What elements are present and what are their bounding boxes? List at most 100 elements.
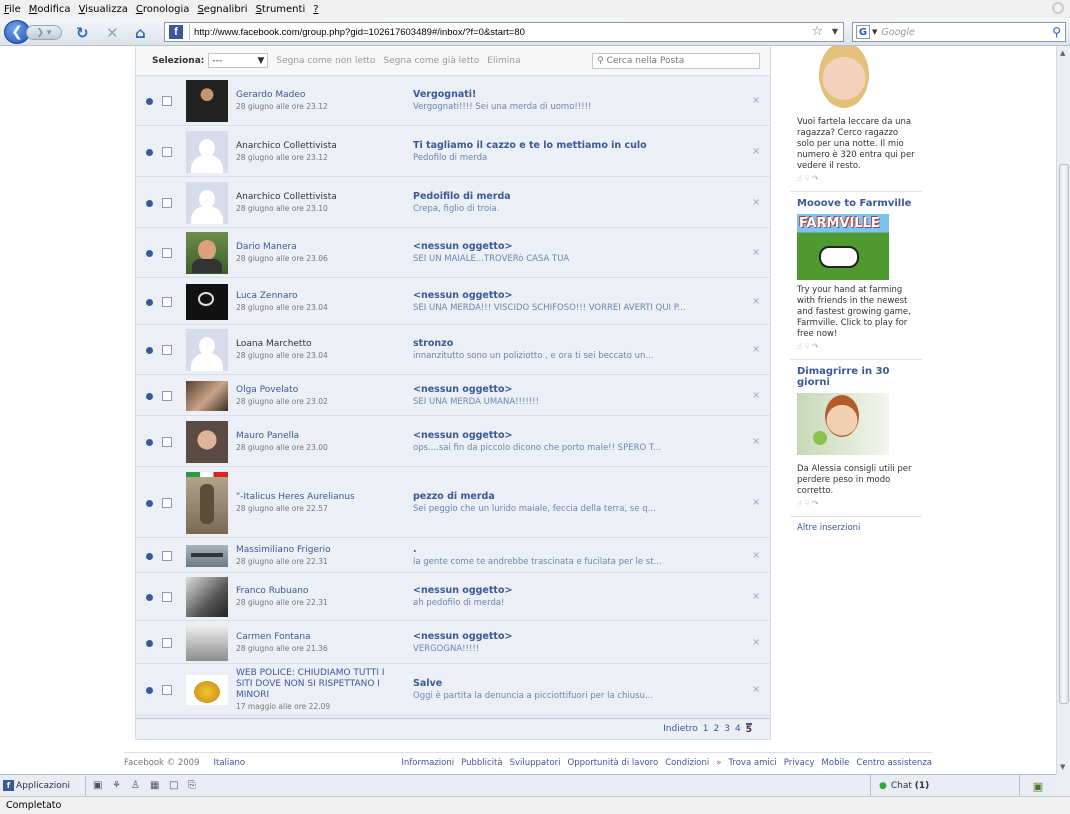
- message-checkbox[interactable]: [162, 391, 172, 401]
- menu-modifica[interactable]: Modifica: [29, 4, 71, 15]
- ad-image[interactable]: [797, 393, 889, 459]
- message-checkbox[interactable]: [162, 592, 172, 602]
- menu-visualizza[interactable]: Visualizza: [79, 4, 128, 15]
- avatar[interactable]: [186, 577, 228, 617]
- message-row[interactable]: Mauro Panella 28 giugno alle ore 23.00 <ne…: [136, 416, 770, 467]
- message-row[interactable]: Loana Marchetto 28 giugno alle ore 23.04 s…: [136, 325, 770, 375]
- avatar[interactable]: [186, 284, 228, 320]
- message-checkbox[interactable]: [162, 437, 172, 447]
- message-snippet[interactable]: SEI UNA MERDA!!! VISCIDO SCHIFOSO!!! VOR…: [413, 302, 713, 314]
- footer-link[interactable]: Sviluppatori: [510, 758, 561, 768]
- message-subject[interactable]: pezzo di merda: [413, 491, 713, 503]
- message-checkbox[interactable]: [162, 685, 172, 695]
- menu-segnalibri[interactable]: Segnalibri: [197, 4, 247, 15]
- sender-name[interactable]: WEB POLICE: CHIUDIAMO TUTTI I SITI DOVE …: [236, 668, 396, 701]
- ad-like-icons[interactable]: ☝ ☟ ↷: [797, 342, 922, 351]
- ad-like-icons[interactable]: ☝ ☟ ↷: [797, 174, 922, 183]
- sender-name[interactable]: Carmen Fontana: [236, 632, 396, 643]
- page-link-4[interactable]: 4: [735, 724, 741, 734]
- url-dropdown-icon[interactable]: ▼: [832, 27, 838, 36]
- delete-message-icon[interactable]: ×: [752, 296, 760, 307]
- sender-name[interactable]: Mauro Panella: [236, 431, 396, 442]
- message-subject[interactable]: <nessun oggetto>: [413, 290, 713, 302]
- delete-message-icon[interactable]: ×: [752, 247, 760, 258]
- sender-name[interactable]: Loana Marchetto: [236, 339, 396, 350]
- page-link-3[interactable]: 3: [724, 724, 730, 734]
- address-bar[interactable]: f http://www.facebook.com/group.php?gid=…: [164, 22, 844, 42]
- scroll-down-icon[interactable]: ▼: [1060, 763, 1065, 771]
- mark-read-link[interactable]: Segna come già letto: [383, 56, 479, 66]
- message-subject[interactable]: Vergognati!: [413, 89, 713, 101]
- sender-name[interactable]: Gerardo Madeo: [236, 90, 396, 101]
- message-row[interactable]: Massimiliano Frigerio 28 giugno alle ore …: [136, 538, 770, 573]
- delete-message-icon[interactable]: ×: [752, 197, 760, 208]
- message-checkbox[interactable]: [162, 147, 172, 157]
- message-subject[interactable]: Ti tagliamo il cazzo e te lo mettiamo in…: [413, 140, 713, 152]
- bookmarks-icon[interactable]: ⎘: [188, 780, 200, 792]
- bookmark-star-icon[interactable]: ☆: [811, 24, 823, 39]
- message-snippet[interactable]: Oggi è partita la denuncia a picciottifu…: [413, 690, 713, 702]
- avatar[interactable]: [186, 675, 228, 705]
- message-row[interactable]: Luca Zennaro 28 giugno alle ore 23.04 <nes…: [136, 278, 770, 325]
- page-link-2[interactable]: 2: [714, 724, 720, 734]
- delete-message-icon[interactable]: ×: [752, 591, 760, 602]
- ad-title[interactable]: Mooove to Farmville: [797, 198, 922, 209]
- footer-link[interactable]: Mobile: [822, 758, 850, 768]
- message-row[interactable]: Dario Manera 28 giugno alle ore 23.06 <nes…: [136, 228, 770, 278]
- delete-message-icon[interactable]: ×: [752, 146, 760, 157]
- message-checkbox[interactable]: [162, 248, 172, 258]
- message-checkbox[interactable]: [162, 638, 172, 648]
- ad-block[interactable]: Dimagrirre in 30 giorni Da Alessia consig…: [790, 366, 922, 517]
- avatar[interactable]: [186, 182, 228, 224]
- avatar[interactable]: [186, 545, 228, 567]
- avatar[interactable]: [186, 80, 228, 122]
- delete-message-icon[interactable]: ×: [752, 95, 760, 106]
- ad-like-icons[interactable]: ☝ ☟ ↷: [797, 499, 922, 508]
- engine-dropdown-icon[interactable]: ▼: [872, 28, 877, 36]
- select-dropdown[interactable]: --- ▼: [208, 53, 269, 68]
- message-row[interactable]: Carmen Fontana 28 giugno alle ore 21.36 <n…: [136, 621, 770, 664]
- vertical-scrollbar[interactable]: ▲ ▼: [1056, 46, 1070, 774]
- message-snippet[interactable]: VERGOGNA!!!!!: [413, 643, 713, 655]
- prev-page-link[interactable]: Indietro: [663, 724, 698, 734]
- sender-name[interactable]: Dario Manera: [236, 242, 396, 253]
- message-checkbox[interactable]: [162, 96, 172, 106]
- message-snippet[interactable]: ah pedofilo di merda!: [413, 597, 713, 609]
- home-icon[interactable]: ⌂: [135, 24, 146, 42]
- message-subject[interactable]: stronzo: [413, 338, 713, 350]
- web-search-box[interactable]: G ▼ Google ⚲: [852, 22, 1066, 42]
- video-icon[interactable]: ⚘: [112, 780, 124, 792]
- message-subject[interactable]: <nessun oggetto>: [413, 241, 713, 253]
- avatar[interactable]: [186, 381, 228, 411]
- page-link-5[interactable]: 5: [745, 723, 752, 735]
- menu-help[interactable]: ?: [313, 4, 318, 15]
- message-checkbox[interactable]: [162, 551, 172, 561]
- message-checkbox[interactable]: [162, 297, 172, 307]
- delete-message-icon[interactable]: ×: [752, 344, 760, 355]
- message-snippet[interactable]: Pedofilo di merda: [413, 152, 713, 164]
- delete-message-icon[interactable]: ×: [752, 497, 760, 508]
- ad-title[interactable]: Dimagrirre in 30 giorni: [797, 366, 922, 388]
- delete-message-icon[interactable]: ×: [752, 390, 760, 401]
- menu-file[interactable]: File: [4, 4, 21, 15]
- footer-link[interactable]: Trova amici: [728, 758, 776, 768]
- message-row[interactable]: Gerardo Madeo 28 giugno alle ore 23.12 Ver…: [136, 76, 770, 126]
- language-link[interactable]: Italiano: [213, 758, 245, 768]
- message-subject[interactable]: Pedoifilo di merda: [413, 191, 713, 203]
- message-snippet[interactable]: innanzitutto sono un poliziotto , e ora …: [413, 350, 713, 362]
- sender-name[interactable]: Olga Povelato: [236, 385, 396, 396]
- inbox-search-input[interactable]: ⚲ Cerca nella Posta: [592, 53, 760, 69]
- delete-message-icon[interactable]: ×: [752, 637, 760, 648]
- groups-icon[interactable]: ♙: [131, 780, 143, 792]
- avatar[interactable]: [186, 421, 228, 463]
- message-snippet[interactable]: la gente come te andrebbe trascinata e f…: [413, 556, 713, 568]
- sender-name[interactable]: Massimiliano Frigerio: [236, 545, 396, 556]
- ad-block[interactable]: Mooove to Farmville FARMVILLE Try your han…: [790, 198, 922, 360]
- message-snippet[interactable]: SEI UNA MERDA UMANA!!!!!!!: [413, 396, 713, 408]
- message-row[interactable]: Anarchico Collettivista 28 giugno alle or…: [136, 126, 770, 177]
- message-subject[interactable]: .: [413, 544, 713, 556]
- sender-name[interactable]: Luca Zennaro: [236, 291, 396, 302]
- message-row[interactable]: WEB POLICE: CHIUDIAMO TUTTI I SITI DOVE …: [136, 664, 770, 716]
- avatar[interactable]: [186, 131, 228, 173]
- sender-name[interactable]: Anarchico Collettivista: [236, 141, 396, 152]
